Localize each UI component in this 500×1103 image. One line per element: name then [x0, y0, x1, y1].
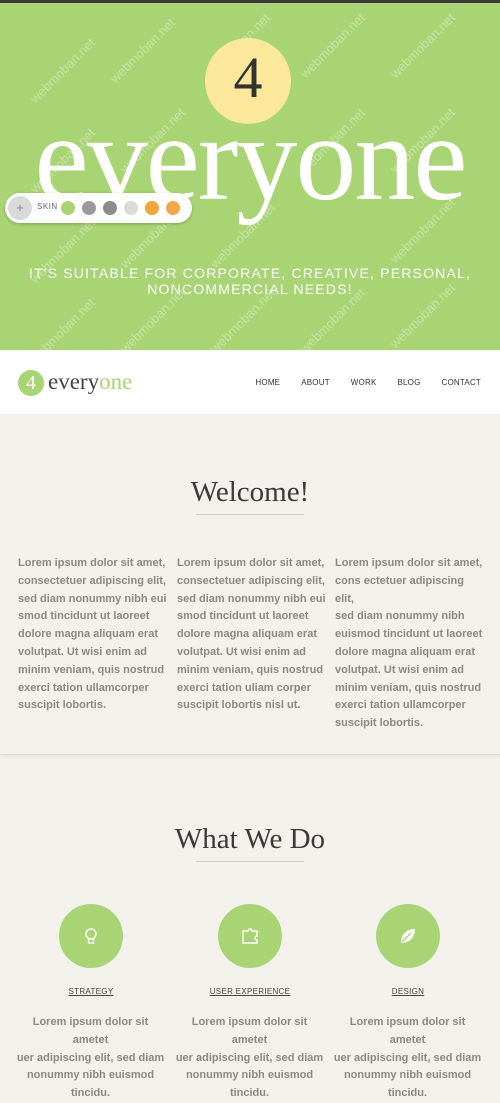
- tagline-line: NONCOMMERCIAL NEEDS!: [147, 281, 353, 297]
- text-line: uer adipiscing elit, sed diam: [175, 1051, 324, 1064]
- hero-tagline: IT'S SUITABLE FOR CORPORATE, CREATIVE, P…: [0, 265, 500, 297]
- text-line: uer adipiscing elit, sed diam: [333, 1051, 482, 1064]
- what-we-do-title: What We Do: [174, 823, 326, 855]
- text-line: minim veniam, quis nostrud: [335, 681, 482, 694]
- text-line: Lorem ipsum dolor sit amet,: [335, 557, 483, 569]
- text-line: suscipit lobortis.: [335, 717, 424, 730]
- skin-swatch-light[interactable]: [124, 201, 138, 215]
- text-line: consectetuer adipiscing elit,: [18, 574, 166, 587]
- service-label-strategy[interactable]: STRATEGY: [31, 987, 151, 996]
- text-line: ametet: [231, 1033, 268, 1046]
- text-line: exerci tation ullamcorper: [18, 681, 149, 694]
- service-icon-circle[interactable]: [376, 904, 440, 968]
- title-divider: [196, 861, 304, 862]
- text-line: volutpat. Ut wisi enim ad: [177, 645, 306, 658]
- text-line: nonummy nibh euismod: [343, 1069, 472, 1082]
- skin-swatch-gray-pattern[interactable]: [82, 201, 96, 215]
- watermark: webmoban.net: [107, 15, 179, 86]
- welcome-column-3: Lorem ipsum dolor sit amet, cons ectetue…: [335, 555, 485, 733]
- text-line: minim veniam, quis nostrud: [177, 663, 324, 676]
- text-line: Lorem ipsum dolor sit amet,: [18, 557, 166, 569]
- text-line: consectetuer adipiscing elit,: [177, 574, 325, 587]
- text-line: cons ectetuer adipiscing elit,: [335, 574, 464, 605]
- leaf-icon: [401, 929, 415, 943]
- site-header: 4 everyone HOME ABOUT WORK BLOG CONTACT: [0, 350, 500, 414]
- menu-item-contact[interactable]: CONTACT: [442, 378, 481, 387]
- text-line: Lorem ipsum dolor sit amet,: [177, 557, 325, 569]
- text-line: nonummy nibh euismod: [26, 1069, 155, 1082]
- service-label-user-experience[interactable]: USER EXPERIENCE: [190, 987, 310, 996]
- skin-label: SKIN: [37, 202, 58, 211]
- what-we-do-section: What We Do STRATEGY Lorem ipsum dolor si…: [0, 755, 500, 1099]
- text-line: euismod tincidunt ut laoreet: [335, 628, 483, 641]
- text-line: dolore magna aliquam erat: [335, 645, 475, 658]
- text-line: sed diam nonummy nibh eui: [177, 592, 326, 605]
- skin-swatch-green[interactable]: [61, 201, 75, 215]
- logo-badge[interactable]: 4: [18, 370, 44, 396]
- skin-swatch-orange-pattern[interactable]: [166, 201, 180, 215]
- menu-item-home[interactable]: HOME: [255, 378, 280, 387]
- welcome-column-1: Lorem ipsum dolor sit amet, consectetuer…: [18, 555, 168, 715]
- text-line: exerci tation ullamcorper: [335, 699, 466, 712]
- skin-toggle-button[interactable]: +: [8, 196, 32, 220]
- service-label-design[interactable]: DESIGN: [348, 987, 468, 996]
- skin-swatch-dark-pattern[interactable]: [103, 201, 117, 215]
- watermark: webmoban.net: [297, 10, 369, 81]
- text-line: tincidu.: [229, 1087, 270, 1100]
- text-line: suscipit lobortis.: [18, 699, 107, 712]
- text-line: nonummy nibh euismod: [185, 1069, 314, 1082]
- logo-text[interactable]: everyone: [48, 368, 132, 396]
- hero-banner: webmoban.net webmoban.net webmoban.net w…: [0, 3, 500, 350]
- text-line: sed diam nonummy nibh eui: [18, 592, 167, 605]
- text-line: dolore magna aliquam erat: [177, 628, 317, 641]
- watermark: webmoban.net: [27, 295, 99, 350]
- service-icon-circle[interactable]: [218, 904, 282, 968]
- text-line: smod tincidunt ut laoreet: [18, 610, 150, 623]
- welcome-column-2: Lorem ipsum dolor sit amet, consectetuer…: [177, 555, 327, 715]
- service-icon-circle[interactable]: [59, 904, 123, 968]
- main-menu: HOME ABOUT WORK BLOG CONTACT: [255, 378, 481, 387]
- text-line: ametet: [389, 1033, 426, 1046]
- lightbulb-icon: [85, 928, 97, 944]
- text-line: smod tincidunt ut laoreet: [177, 610, 309, 623]
- text-line: volutpat. Ut wisi enim ad: [335, 663, 464, 676]
- text-line: suscipit lobortis nisl ut.: [177, 699, 301, 712]
- text-line: volutpat. Ut wisi enim ad: [18, 645, 147, 658]
- welcome-title: Welcome!: [190, 476, 310, 508]
- text-line: Lorem ipsum dolor sit: [349, 1016, 466, 1028]
- text-line: tincidu.: [387, 1087, 428, 1100]
- text-line: Lorem ipsum dolor sit: [32, 1016, 149, 1028]
- title-divider: [196, 514, 304, 515]
- puzzle-icon: [242, 928, 258, 944]
- text-line: Lorem ipsum dolor sit: [191, 1016, 308, 1028]
- service-text: Lorem ipsum dolor sit ametet uer adipisc…: [172, 1014, 327, 1103]
- service-text: Lorem ipsum dolor sit ametet uer adipisc…: [13, 1014, 168, 1103]
- text-line: tincidu.: [70, 1087, 111, 1100]
- text-line: exerci tation uliam corper: [177, 681, 311, 694]
- text-line: ametet: [72, 1033, 109, 1046]
- text-line: dolore magna aliquam erat: [18, 628, 158, 641]
- menu-item-about[interactable]: ABOUT: [301, 378, 330, 387]
- skin-swatch-orange[interactable]: [145, 201, 159, 215]
- tagline-line: IT'S SUITABLE FOR CORPORATE, CREATIVE, P…: [28, 265, 472, 281]
- logo-word-1: every: [48, 369, 100, 394]
- menu-item-work[interactable]: WORK: [351, 378, 377, 387]
- text-line: minim veniam, quis nostrud: [18, 663, 165, 676]
- watermark: webmoban.net: [387, 10, 459, 81]
- text-line: uer adipiscing elit, sed diam: [16, 1051, 165, 1064]
- welcome-section: Welcome! Lorem ipsum dolor sit amet, con…: [0, 414, 500, 755]
- service-text: Lorem ipsum dolor sit ametet uer adipisc…: [330, 1014, 485, 1103]
- logo-word-2: one: [99, 369, 133, 394]
- skin-switcher: + SKIN: [5, 193, 192, 223]
- menu-item-blog[interactable]: BLOG: [397, 378, 420, 387]
- text-line: sed diam nonummy nibh: [335, 610, 465, 623]
